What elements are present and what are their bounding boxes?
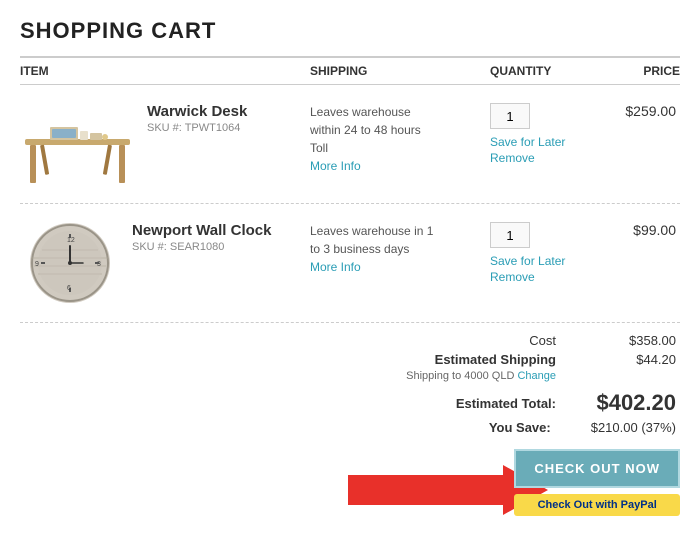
total-label: Estimated Total: [456,396,556,411]
more-info-link-2[interactable]: More Info [310,260,361,274]
shipping-sublabel: Shipping to 4000 QLD Change [406,370,556,382]
item-sku: SKU #: TPWT1064 [147,122,247,134]
svg-text:3: 3 [97,261,101,268]
cost-label: Cost [529,333,556,348]
cart-header: ITEM SHIPPING QUANTITY PRICE [20,56,680,85]
checkout-button[interactable]: CHECK OUT NOW [514,449,680,488]
total-row: Estimated Total: $402.20 [336,390,676,416]
save-value: $210.00 (37%) [591,420,676,435]
save-later-link-1[interactable]: Save for Later [490,135,565,149]
shipping-cell-2: Leaves warehouse in 1 to 3 business days… [310,218,490,276]
col-price: PRICE [610,64,680,78]
svg-text:9: 9 [35,261,39,268]
bottom-buttons: CHECK OUT NOW Check Out with PayPal [514,449,680,516]
shipping-label: Estimated Shipping Shipping to 4000 QLD … [406,352,556,382]
save-row: You Save: $210.00 (37%) [336,420,676,435]
shipping-row: Estimated Shipping Shipping to 4000 QLD … [336,352,676,382]
page-container: SHOPPING CART ITEM SHIPPING QUANTITY PRI… [0,0,700,536]
save-label: You Save: [489,420,551,435]
item-cell-2: 12 6 9 3 Newport Wall Clock SKU #: SEAR1… [20,218,310,308]
change-link[interactable]: Change [517,370,556,382]
table-row: Warwick Desk SKU #: TPWT1064 Leaves ware… [20,85,680,204]
quantity-input-2[interactable] [490,222,530,248]
price-cell-1: $259.00 [610,99,680,119]
item-details-2: Newport Wall Clock SKU #: SEAR1080 [132,218,271,253]
quantity-input-1[interactable] [490,103,530,129]
cost-value: $358.00 [596,333,676,348]
more-info-link-1[interactable]: More Info [310,159,361,173]
table-row: 12 6 9 3 Newport Wall Clock SKU #: SEAR1… [20,204,680,323]
summary-section: Cost $358.00 Estimated Shipping Shipping… [20,333,680,435]
item-details: Warwick Desk SKU #: TPWT1064 [147,99,247,134]
quantity-cell-1: Save for Later Remove [490,99,610,165]
svg-text:12: 12 [67,237,75,244]
cost-row: Cost $358.00 [336,333,676,348]
total-value: $402.20 [596,390,676,416]
page-title: SHOPPING CART [20,18,680,44]
item-cell: Warwick Desk SKU #: TPWT1064 [20,99,310,189]
qty-links-2: Save for Later Remove [490,254,565,284]
price-cell-2: $99.00 [610,218,680,238]
quantity-cell-2: Save for Later Remove [490,218,610,284]
qty-links-1: Save for Later Remove [490,135,565,165]
shipping-value: $44.20 [596,352,676,382]
save-later-link-2[interactable]: Save for Later [490,254,565,268]
item-sku-2: SKU #: SEAR1080 [132,241,271,253]
checkout-area: CHECK OUT NOW Check Out with PayPal [20,449,680,516]
item-name-2: Newport Wall Clock [132,222,271,239]
remove-link-1[interactable]: Remove [490,151,565,165]
col-item: ITEM [20,64,310,78]
svg-text:6: 6 [67,285,71,292]
item-name: Warwick Desk [147,103,247,120]
clock-image: 12 6 9 3 [20,218,120,308]
col-quantity: QUANTITY [490,64,610,78]
remove-link-2[interactable]: Remove [490,270,565,284]
shipping-cell: Leaves warehouse within 24 to 48 hours T… [310,99,490,175]
desk-image [20,99,135,189]
paypal-button[interactable]: Check Out with PayPal [514,494,680,516]
col-shipping: SHIPPING [310,64,490,78]
